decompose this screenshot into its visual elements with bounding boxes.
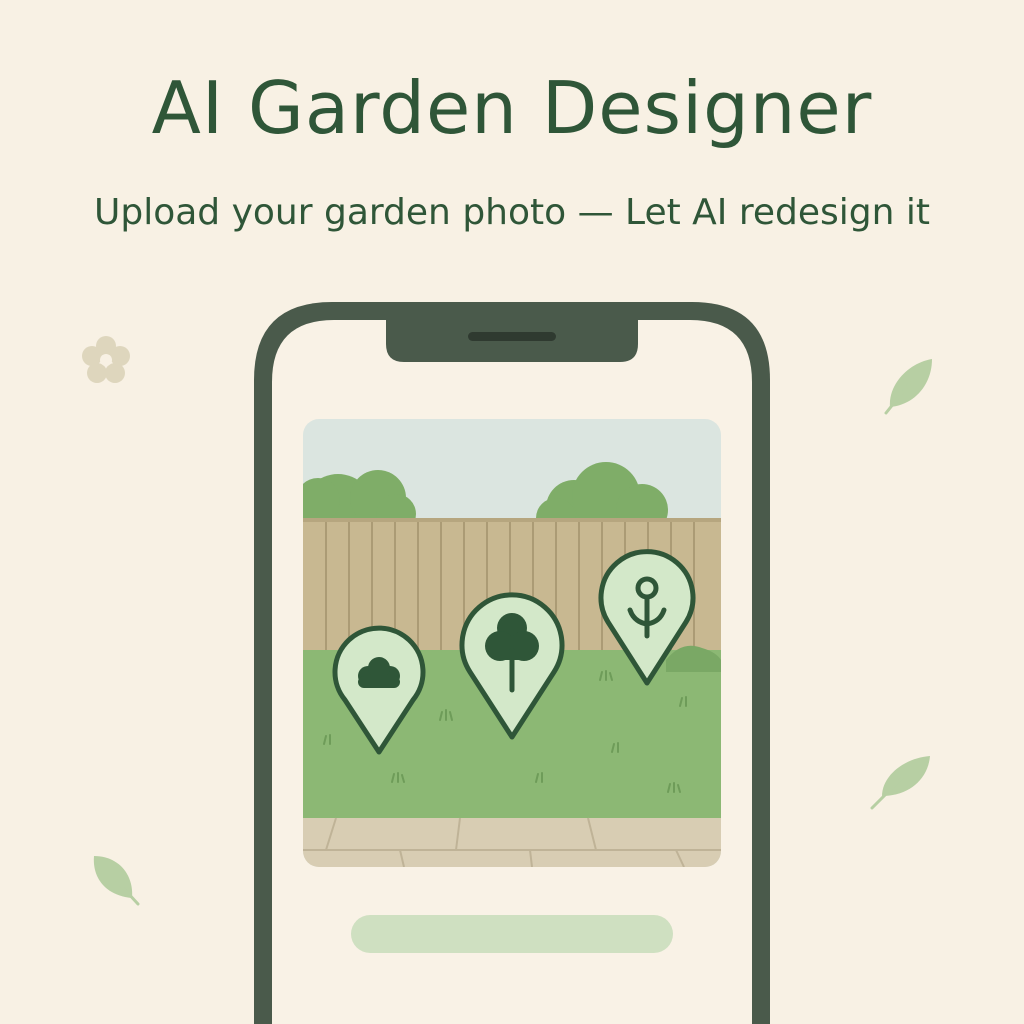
app-screen: AI Garden Designer Upload your garden ph… (0, 0, 1024, 1024)
action-button-placeholder[interactable] (351, 915, 673, 953)
speaker-grille (468, 332, 556, 341)
phone-mockup (254, 302, 770, 1024)
